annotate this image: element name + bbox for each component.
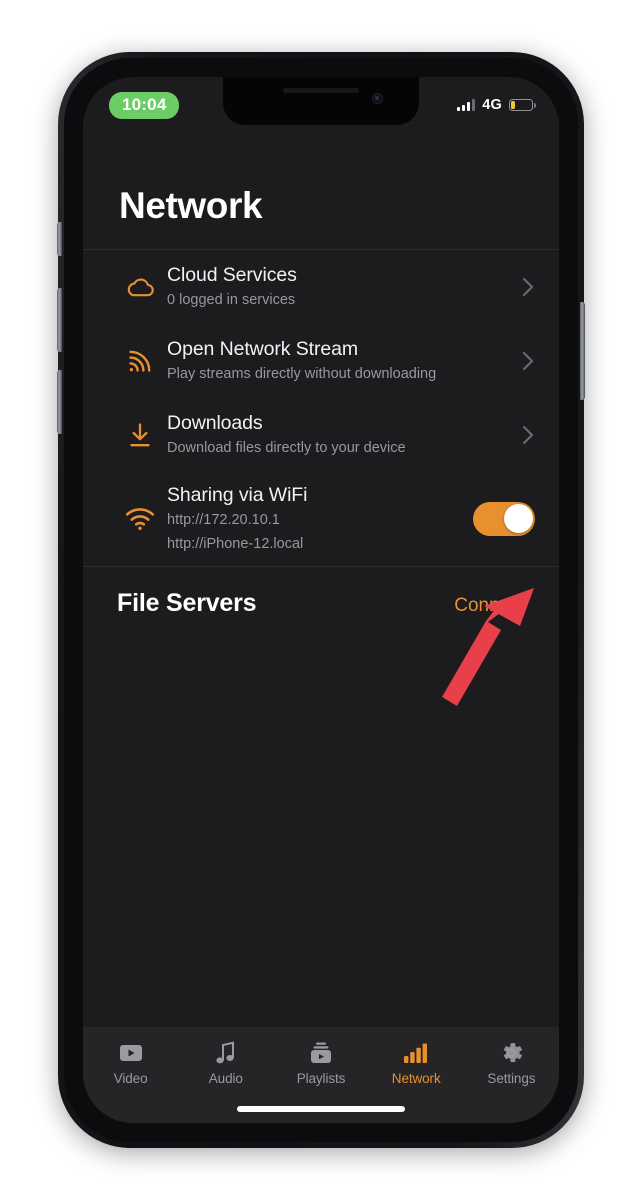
stream-rss-icon (113, 347, 167, 375)
music-note-icon (214, 1040, 238, 1066)
row-subtitle: 0 logged in services (167, 292, 296, 309)
front-camera-icon (372, 93, 383, 104)
video-play-icon (118, 1040, 144, 1066)
tab-settings[interactable]: Settings (464, 1040, 559, 1086)
tab-playlists[interactable]: Playlists (273, 1040, 368, 1086)
power-button[interactable] (580, 302, 585, 400)
playlists-icon (308, 1040, 334, 1066)
signal-bars-icon (403, 1040, 429, 1066)
tab-network[interactable]: Network (369, 1040, 464, 1086)
row-title: Open Network Stream (167, 338, 359, 361)
row-subtitle-url-2: http://iPhone-12.local (167, 535, 304, 552)
row-title: Sharing via WiFi (167, 484, 308, 506)
status-indicators: 4G (457, 97, 536, 113)
row-subtitle: Play streams directly without downloadin… (167, 366, 437, 383)
tab-audio[interactable]: Audio (178, 1040, 273, 1086)
network-page: Network Cloud Services 0 logged in servi… (83, 129, 559, 1123)
cellular-signal-icon (457, 99, 476, 111)
phone-screen: 10:04 4G Network Cloud Services 0 logged… (83, 77, 559, 1123)
row-text-block: Cloud Services 0 logged in services (167, 263, 517, 311)
connect-button[interactable]: Connect (454, 595, 525, 617)
row-text-block: Downloads Download files directly to you… (167, 411, 517, 459)
gear-icon (498, 1040, 524, 1066)
toggle-knob (503, 504, 533, 534)
battery-icon (509, 99, 536, 111)
row-title: Downloads (167, 412, 263, 435)
row-cloud-services[interactable]: Cloud Services 0 logged in services (83, 250, 559, 324)
row-text-block: Open Network Stream Play streams directl… (167, 337, 517, 385)
tab-label: Video (113, 1071, 148, 1086)
row-subtitle: Download files directly to your device (167, 440, 406, 457)
mute-switch-button[interactable] (57, 222, 62, 256)
row-title: Cloud Services (167, 264, 297, 287)
download-icon (113, 421, 167, 449)
row-subtitle-url-1: http://172.20.10.1 (167, 512, 280, 529)
tab-video[interactable]: Video (83, 1040, 178, 1086)
tab-label: Playlists (296, 1071, 346, 1086)
tab-bar: Video Audio Playlists Network Settings (83, 1027, 559, 1123)
file-servers-section-header: File Servers Connect (83, 567, 559, 634)
volume-up-button[interactable] (57, 288, 62, 352)
row-open-network-stream[interactable]: Open Network Stream Play streams directl… (83, 324, 559, 398)
page-title: Network (119, 185, 263, 226)
tab-label: Audio (208, 1071, 243, 1086)
chevron-right-icon (517, 351, 539, 371)
row-downloads[interactable]: Downloads Download files directly to you… (83, 398, 559, 472)
row-sharing-via-wifi[interactable]: Sharing via WiFi http://172.20.10.1 http… (83, 472, 559, 566)
cloud-icon (113, 275, 167, 299)
tab-label: Settings (487, 1071, 536, 1086)
file-servers-title: File Servers (117, 588, 257, 617)
volume-down-button[interactable] (57, 370, 62, 434)
earpiece-speaker (283, 88, 359, 93)
phone-device: 10:04 4G Network Cloud Services 0 logged… (57, 52, 585, 1148)
network-type-label: 4G (482, 97, 502, 113)
wifi-icon (113, 507, 167, 531)
home-indicator[interactable] (237, 1106, 405, 1112)
chevron-right-icon (517, 277, 539, 297)
device-notch (223, 77, 419, 125)
status-time: 10:04 (109, 91, 180, 119)
chevron-right-icon (517, 425, 539, 445)
tab-label: Network (391, 1071, 441, 1086)
wifi-sharing-toggle[interactable] (473, 501, 535, 536)
row-text-block: Sharing via WiFi http://172.20.10.1 http… (167, 483, 473, 555)
